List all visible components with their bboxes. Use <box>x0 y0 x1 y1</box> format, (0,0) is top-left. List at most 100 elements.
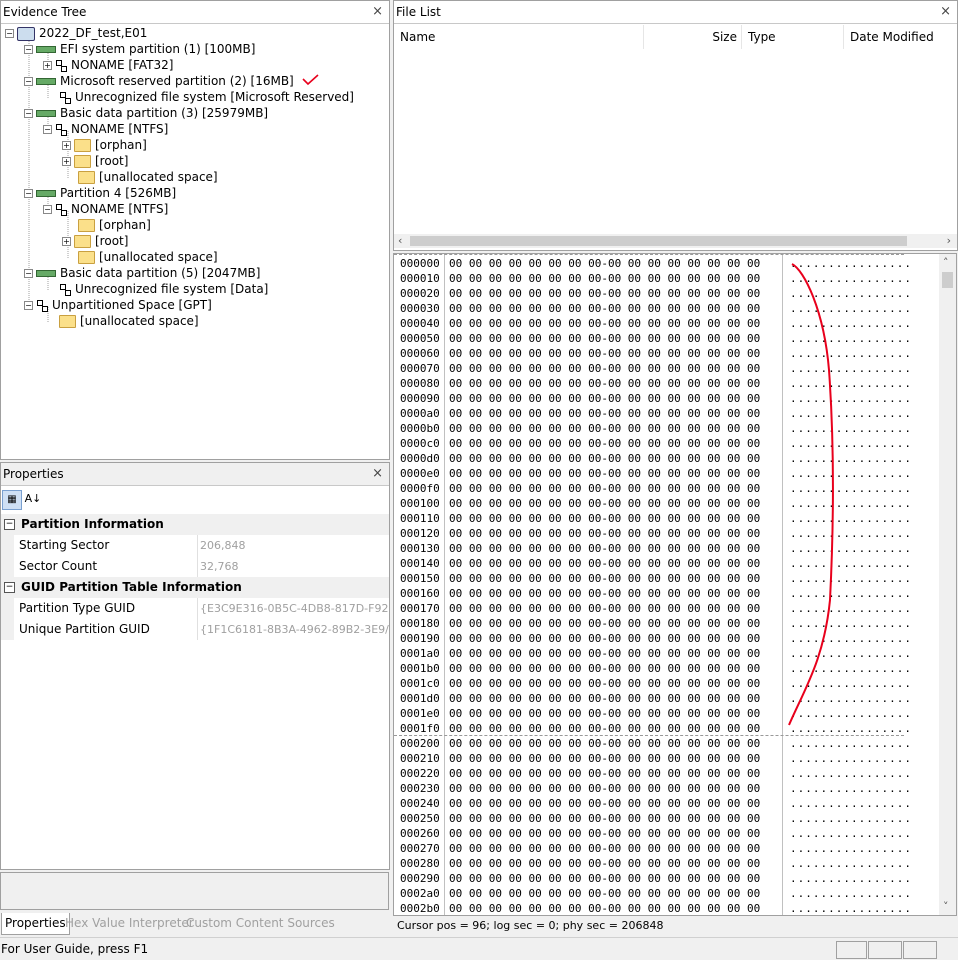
tree-item-root-4[interactable]: + [root] <box>62 233 128 249</box>
hex-bytes[interactable]: 00 00 00 00 00 00 00 00-00 00 00 00 00 0… <box>449 856 760 871</box>
hex-row[interactable]: 0000e0 00 00 00 00 00 00 00 00-00 00 00 0… <box>394 466 940 481</box>
hex-row[interactable]: 000290 00 00 00 00 00 00 00 00-00 00 00 0… <box>394 871 940 886</box>
hex-bytes[interactable]: 00 00 00 00 00 00 00 00-00 00 00 00 00 0… <box>449 571 760 586</box>
scrollbar-thumb[interactable] <box>410 236 907 246</box>
column-header-name[interactable]: Name <box>394 25 644 49</box>
hex-bytes[interactable]: 00 00 00 00 00 00 00 00-00 00 00 00 00 0… <box>449 691 760 706</box>
hex-bytes[interactable]: 00 00 00 00 00 00 00 00-00 00 00 00 00 0… <box>449 466 760 481</box>
hex-bytes[interactable]: 00 00 00 00 00 00 00 00-00 00 00 00 00 0… <box>449 541 760 556</box>
collapse-icon[interactable]: − <box>24 77 33 86</box>
hex-bytes[interactable]: 00 00 00 00 00 00 00 00-00 00 00 00 00 0… <box>449 406 760 421</box>
vertical-scrollbar[interactable]: ˄ ˅ <box>939 254 956 915</box>
hex-row[interactable]: 0002a0 00 00 00 00 00 00 00 00-00 00 00 0… <box>394 886 940 901</box>
collapse-icon[interactable]: − <box>5 29 14 38</box>
sort-alphabetical-icon[interactable]: A↓ <box>24 490 42 508</box>
hex-row[interactable]: 000130 00 00 00 00 00 00 00 00-00 00 00 0… <box>394 541 940 556</box>
tree-item-msr-partition[interactable]: − Microsoft reserved partition (2) [16MB] <box>24 73 319 89</box>
tree-item-msr-filesystem[interactable]: Unrecognized file system [Microsoft Rese… <box>59 89 354 105</box>
hex-bytes[interactable]: 00 00 00 00 00 00 00 00-00 00 00 00 00 0… <box>449 706 760 721</box>
tab-properties[interactable]: Properties <box>1 913 70 935</box>
hex-bytes[interactable]: 00 00 00 00 00 00 00 00-00 00 00 00 00 0… <box>449 871 760 886</box>
hex-row[interactable]: 000030 00 00 00 00 00 00 00 00-00 00 00 0… <box>394 301 940 316</box>
column-header-date-modified[interactable]: Date Modified <box>844 25 957 49</box>
hex-bytes[interactable]: 00 00 00 00 00 00 00 00-00 00 00 00 00 0… <box>449 676 760 691</box>
close-icon[interactable]: × <box>940 1 951 23</box>
categorized-view-icon[interactable]: ▦ <box>2 490 22 510</box>
hex-bytes[interactable]: 00 00 00 00 00 00 00 00-00 00 00 00 00 0… <box>449 781 760 796</box>
horizontal-scrollbar[interactable]: ‹ › <box>394 234 957 248</box>
column-header-type[interactable]: Type <box>742 25 844 49</box>
hex-bytes[interactable]: 00 00 00 00 00 00 00 00-00 00 00 00 00 0… <box>449 616 760 631</box>
tree-item-unpartitioned-space[interactable]: − Unpartitioned Space [GPT] <box>24 297 212 313</box>
hex-bytes[interactable]: 00 00 00 00 00 00 00 00-00 00 00 00 00 0… <box>449 901 760 915</box>
property-sector-count[interactable]: Sector Count 32,768 <box>1 556 389 577</box>
hex-bytes[interactable]: 00 00 00 00 00 00 00 00-00 00 00 00 00 0… <box>449 766 760 781</box>
hex-ascii[interactable]: ................ <box>790 751 912 766</box>
hex-ascii[interactable]: ................ <box>790 841 912 856</box>
collapse-icon[interactable]: − <box>43 125 52 134</box>
hex-row[interactable]: 0000d0 00 00 00 00 00 00 00 00-00 00 00 0… <box>394 451 940 466</box>
hex-row[interactable]: 000020 00 00 00 00 00 00 00 00-00 00 00 0… <box>394 286 940 301</box>
hex-bytes[interactable]: 00 00 00 00 00 00 00 00-00 00 00 00 00 0… <box>449 376 760 391</box>
hex-row[interactable]: 000230 00 00 00 00 00 00 00 00-00 00 00 0… <box>394 781 940 796</box>
hex-bytes[interactable]: 00 00 00 00 00 00 00 00-00 00 00 00 00 0… <box>449 331 760 346</box>
hex-ascii[interactable]: ................ <box>790 886 912 901</box>
hex-row[interactable]: 000000 00 00 00 00 00 00 00 00-00 00 00 0… <box>394 256 940 271</box>
collapse-icon[interactable]: − <box>24 45 33 54</box>
hex-ascii[interactable]: ................ <box>790 871 912 886</box>
hex-row[interactable]: 0000f0 00 00 00 00 00 00 00 00-00 00 00 0… <box>394 481 940 496</box>
hex-bytes[interactable]: 00 00 00 00 00 00 00 00-00 00 00 00 00 0… <box>449 496 760 511</box>
hex-ascii[interactable]: ................ <box>790 781 912 796</box>
expand-icon[interactable]: + <box>62 157 71 166</box>
hex-ascii[interactable]: ................ <box>790 796 912 811</box>
hex-row[interactable]: 0000b0 00 00 00 00 00 00 00 00-00 00 00 0… <box>394 421 940 436</box>
hex-row[interactable]: 000270 00 00 00 00 00 00 00 00-00 00 00 0… <box>394 841 940 856</box>
hex-bytes[interactable]: 00 00 00 00 00 00 00 00-00 00 00 00 00 0… <box>449 256 760 271</box>
hex-ascii[interactable]: ................ <box>790 856 912 871</box>
hex-row[interactable]: 0002b0 00 00 00 00 00 00 00 00-00 00 00 0… <box>394 901 940 915</box>
collapse-icon[interactable]: − <box>24 189 33 198</box>
tree-item-efi-partition[interactable]: − EFI system partition (1) [100MB] <box>24 41 255 57</box>
tree-item-orphan-3[interactable]: + [orphan] <box>62 137 147 153</box>
hex-row[interactable]: 000120 00 00 00 00 00 00 00 00-00 00 00 0… <box>394 526 940 541</box>
section-partition-information[interactable]: − Partition Information <box>1 514 389 535</box>
hex-row[interactable]: 000160 00 00 00 00 00 00 00 00-00 00 00 0… <box>394 586 940 601</box>
property-starting-sector[interactable]: Starting Sector 206,848 <box>1 535 389 556</box>
hex-bytes[interactable]: 00 00 00 00 00 00 00 00-00 00 00 00 00 0… <box>449 886 760 901</box>
tree-item-basic-data-partition-5[interactable]: − Basic data partition (5) [2047MB] <box>24 265 260 281</box>
expand-icon[interactable]: + <box>62 141 71 150</box>
hex-row[interactable]: 000210 00 00 00 00 00 00 00 00-00 00 00 0… <box>394 751 940 766</box>
hex-bytes[interactable]: 00 00 00 00 00 00 00 00-00 00 00 00 00 0… <box>449 601 760 616</box>
hex-row[interactable]: 000180 00 00 00 00 00 00 00 00-00 00 00 0… <box>394 616 940 631</box>
hex-bytes[interactable]: 00 00 00 00 00 00 00 00-00 00 00 00 00 0… <box>449 451 760 466</box>
hex-bytes[interactable]: 00 00 00 00 00 00 00 00-00 00 00 00 00 0… <box>449 301 760 316</box>
section-gpt-information[interactable]: − GUID Partition Table Information <box>1 577 389 598</box>
hex-row[interactable]: 0001b0 00 00 00 00 00 00 00 00-00 00 00 0… <box>394 661 940 676</box>
hex-bytes[interactable]: 00 00 00 00 00 00 00 00-00 00 00 00 00 0… <box>449 526 760 541</box>
hex-bytes[interactable]: 00 00 00 00 00 00 00 00-00 00 00 00 00 0… <box>449 736 760 751</box>
scrollbar-thumb[interactable] <box>942 272 953 288</box>
hex-row[interactable]: 000010 00 00 00 00 00 00 00 00-00 00 00 0… <box>394 271 940 286</box>
hex-bytes[interactable]: 00 00 00 00 00 00 00 00-00 00 00 00 00 0… <box>449 361 760 376</box>
hex-row[interactable]: 000070 00 00 00 00 00 00 00 00-00 00 00 0… <box>394 361 940 376</box>
tree-item-efi-filesystem[interactable]: + NONAME [FAT32] <box>43 57 173 73</box>
tree-item-ntfs-4[interactable]: − NONAME [NTFS] <box>43 201 168 217</box>
hex-bytes[interactable]: 00 00 00 00 00 00 00 00-00 00 00 00 00 0… <box>449 316 760 331</box>
property-partition-type-guid[interactable]: Partition Type GUID {E3C9E316-0B5C-4DB8-… <box>1 598 389 619</box>
scroll-right-icon[interactable]: › <box>947 234 951 247</box>
hex-row[interactable]: 000220 00 00 00 00 00 00 00 00-00 00 00 0… <box>394 766 940 781</box>
expand-icon[interactable]: + <box>62 237 71 246</box>
hex-row[interactable]: 0001f0 00 00 00 00 00 00 00 00-00 00 00 0… <box>394 721 940 736</box>
tree-item-data-filesystem[interactable]: Unrecognized file system [Data] <box>59 281 268 297</box>
hex-row[interactable]: 000100 00 00 00 00 00 00 00 00-00 00 00 0… <box>394 496 940 511</box>
hex-row[interactable]: 000140 00 00 00 00 00 00 00 00-00 00 00 0… <box>394 556 940 571</box>
hex-row[interactable]: 000110 00 00 00 00 00 00 00 00-00 00 00 0… <box>394 511 940 526</box>
hex-bytes[interactable]: 00 00 00 00 00 00 00 00-00 00 00 00 00 0… <box>449 511 760 526</box>
hex-row[interactable]: 000200 00 00 00 00 00 00 00 00-00 00 00 0… <box>394 736 940 751</box>
hex-row[interactable]: 000080 00 00 00 00 00 00 00 00-00 00 00 0… <box>394 376 940 391</box>
scroll-left-icon[interactable]: ‹ <box>398 234 402 247</box>
hex-row[interactable]: 0001e0 00 00 00 00 00 00 00 00-00 00 00 0… <box>394 706 940 721</box>
tree-item-ntfs-3[interactable]: − NONAME [NTFS] <box>43 121 168 137</box>
hex-bytes[interactable]: 00 00 00 00 00 00 00 00-00 00 00 00 00 0… <box>449 721 760 736</box>
tree-item-partition-4[interactable]: − Partition 4 [526MB] <box>24 185 176 201</box>
